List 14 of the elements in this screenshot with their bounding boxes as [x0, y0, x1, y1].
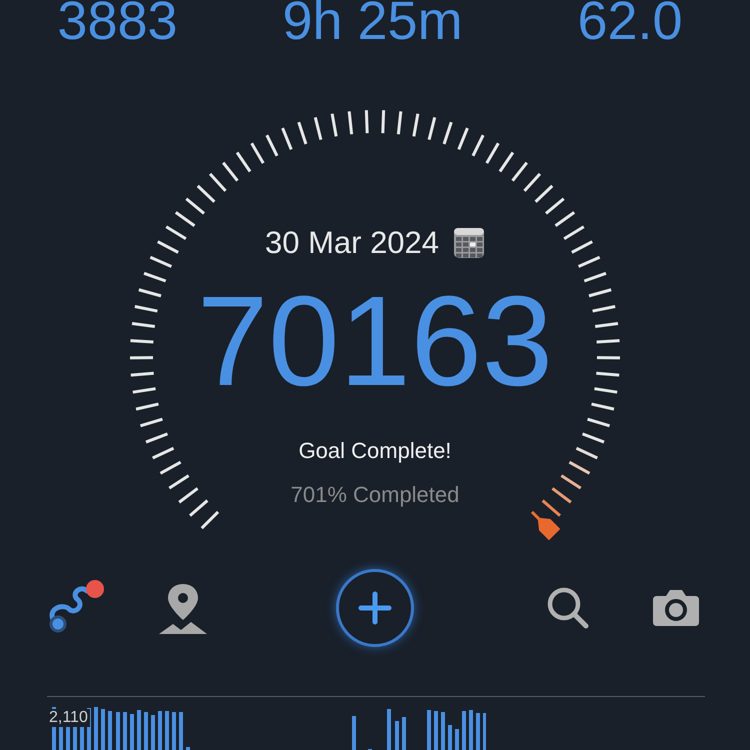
- camera-icon[interactable]: [653, 590, 699, 626]
- add-button[interactable]: [336, 568, 414, 646]
- stat-value: 62.0: [577, 0, 683, 46]
- step-count: 70163: [197, 272, 553, 412]
- stat-value: 3883: [57, 0, 178, 46]
- search-icon[interactable]: [546, 586, 590, 630]
- peak-label: 2,110: [47, 709, 90, 727]
- map-pin-icon[interactable]: [157, 582, 209, 634]
- date-text: 30 Mar 2024: [264, 225, 440, 261]
- progress-text: 701% Completed: [290, 482, 460, 508]
- goal-status: Goal Complete!: [298, 438, 452, 464]
- calendar-icon[interactable]: [453, 227, 486, 259]
- goal-marker-icon: [538, 518, 560, 540]
- plus-icon: [358, 590, 392, 624]
